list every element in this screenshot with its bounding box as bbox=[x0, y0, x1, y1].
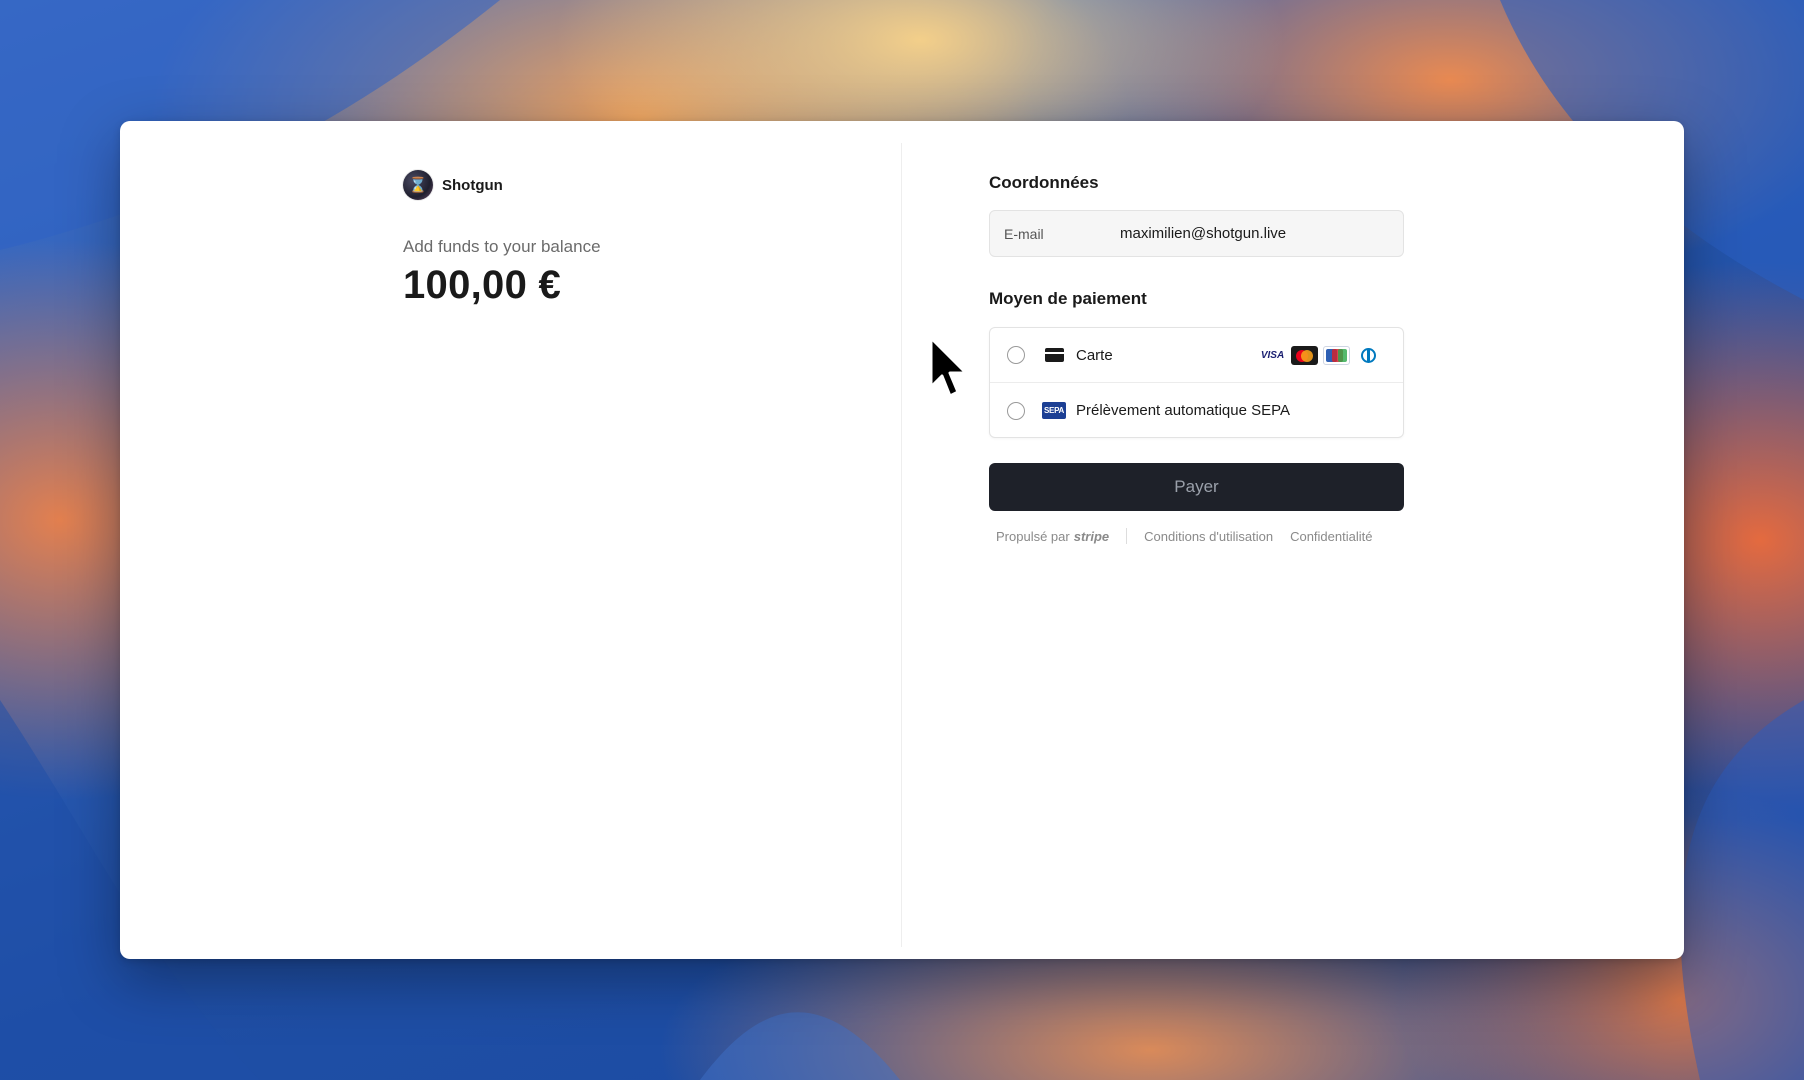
email-value: maximilien@shotgun.live bbox=[1120, 225, 1287, 242]
payment-section-title: Moyen de paiement bbox=[989, 289, 1147, 308]
pay-button[interactable]: Payer bbox=[989, 463, 1404, 511]
merchant-brand[interactable]: ⌛ Shotgun bbox=[403, 170, 503, 200]
checkout-window: ⌛ Shotgun Add funds to your balance 100,… bbox=[120, 121, 1684, 959]
stripe-logo[interactable]: stripe bbox=[1074, 529, 1109, 544]
sepa-radio[interactable] bbox=[1007, 401, 1025, 420]
powered-by-text: Propulsé par bbox=[996, 528, 1070, 544]
mouse-cursor-icon bbox=[929, 336, 968, 398]
diners-club-icon bbox=[1355, 346, 1382, 365]
shotgun-logo-icon: ⌛ bbox=[403, 170, 433, 200]
checkout-footer: Propulsé par stripe Conditions d'utilisa… bbox=[996, 528, 1372, 544]
payment-method-card[interactable]: Carte VISA bbox=[990, 328, 1403, 383]
merchant-name: Shotgun bbox=[442, 176, 503, 194]
column-divider bbox=[901, 143, 902, 947]
total-amount: 100,00 € bbox=[403, 263, 562, 307]
purchase-description: Add funds to your balance bbox=[403, 237, 601, 256]
sepa-badge: SEPA bbox=[1042, 402, 1066, 419]
mastercard-icon bbox=[1291, 346, 1318, 365]
sepa-icon: SEPA bbox=[1042, 402, 1066, 420]
email-field[interactable]: E-mail maximilien@shotgun.live bbox=[989, 210, 1404, 257]
card-icon bbox=[1042, 346, 1066, 364]
footer-separator bbox=[1126, 528, 1128, 544]
terms-link[interactable]: Conditions d'utilisation bbox=[1144, 529, 1273, 544]
visa-icon: VISA bbox=[1259, 346, 1286, 365]
payment-method-list: Carte VISA SEPA Prélèvement automatique … bbox=[989, 327, 1404, 438]
privacy-link[interactable]: Confidentialité bbox=[1290, 529, 1372, 544]
card-radio[interactable] bbox=[1007, 346, 1025, 364]
logo-glyph: ⌛ bbox=[408, 177, 428, 194]
payment-method-sepa[interactable]: SEPA Prélèvement automatique SEPA bbox=[990, 383, 1403, 438]
card-label: Carte bbox=[1076, 346, 1113, 364]
cartes-bancaires-icon bbox=[1323, 346, 1350, 365]
contact-section-title: Coordonnées bbox=[989, 173, 1099, 192]
sepa-label: Prélèvement automatique SEPA bbox=[1076, 402, 1291, 419]
email-label: E-mail bbox=[1004, 225, 1044, 242]
card-brands: VISA bbox=[1259, 346, 1382, 365]
